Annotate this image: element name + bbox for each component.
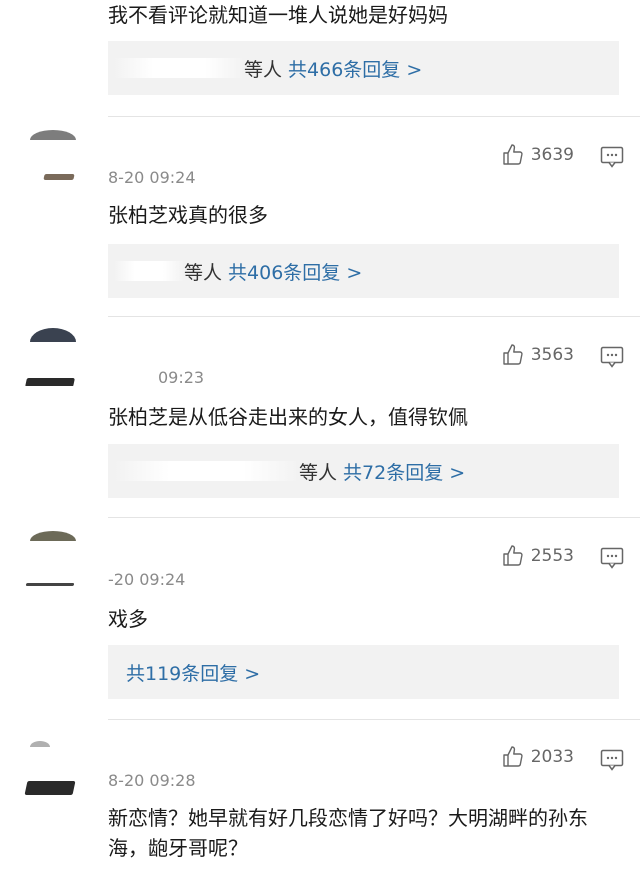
comment-icon[interactable]	[600, 146, 624, 168]
like-button[interactable]: 3563	[501, 343, 574, 367]
like-count: 3639	[530, 145, 574, 165]
comment-time: 09:23	[158, 368, 205, 387]
thumbs-up-icon	[503, 144, 523, 165]
reply-names: 等人	[184, 261, 223, 284]
comment-text: 我不看评论就知道一堆人说她是好妈妈	[108, 3, 448, 27]
replies-box[interactable]: 等人 共72条回复 >	[108, 444, 619, 498]
like-count: 2553	[530, 546, 574, 566]
masked-names	[114, 58, 244, 78]
like-count: 3563	[530, 345, 574, 365]
replies-box[interactable]: 共119条回复 >	[108, 645, 619, 699]
divider	[108, 316, 640, 317]
comment-time: -20 09:24	[108, 570, 186, 589]
reply-names: 等人	[244, 58, 283, 81]
comment-icon[interactable]	[600, 749, 624, 771]
reply-count-link[interactable]: 共119条回复 >	[126, 659, 260, 686]
divider	[108, 116, 640, 117]
comment-item: 我不看评论就知道一堆人说她是好妈妈 等人 共466条回复 >	[0, 0, 640, 118]
like-button[interactable]: 3639	[501, 143, 574, 167]
comment-time: 8-20 09:24	[108, 168, 196, 187]
comment-text: 新恋情？她早就有好几段恋情了好吗？大明湖畔的孙东海，龅牙哥呢？	[108, 806, 588, 860]
masked-names	[114, 461, 299, 481]
comment-item: 2033 8-20 09:28 新恋情？她早就有好几段恋情了好吗？大明湖畔的孙东…	[0, 721, 640, 873]
comment-icon[interactable]	[600, 547, 624, 569]
like-button[interactable]: 2553	[501, 544, 574, 568]
avatar[interactable]	[22, 531, 80, 589]
replies-box[interactable]: 等人 共466条回复 >	[108, 41, 619, 95]
divider	[108, 719, 640, 720]
reply-count-link[interactable]: 共466条回复 >	[288, 55, 422, 82]
like-count: 2033	[530, 747, 574, 767]
thumbs-up-icon	[503, 344, 523, 365]
masked-names	[114, 261, 184, 281]
comment-item: 3639 8-20 09:24 张柏芝戏真的很多 等人 共406条回复 >	[0, 118, 640, 318]
comment-icon[interactable]	[600, 346, 624, 368]
replies-box[interactable]: 等人 共406条回复 >	[108, 244, 619, 298]
comment-text: 戏多	[108, 607, 148, 631]
reply-count-link[interactable]: 共72条回复 >	[343, 458, 465, 485]
comment-item: 2553 -20 09:24 戏多 共119条回复 >	[0, 519, 640, 719]
comment-item: 3563 09:23 张柏芝是从低谷走出来的女人，值得钦佩 等人 共72条回复 …	[0, 318, 640, 518]
like-button[interactable]: 2033	[501, 745, 574, 769]
avatar[interactable]	[22, 328, 80, 386]
avatar[interactable]	[22, 741, 80, 799]
comment-text: 张柏芝戏真的很多	[108, 203, 268, 227]
thumbs-up-icon	[503, 746, 523, 767]
divider	[108, 517, 640, 518]
reply-count-link[interactable]: 共406条回复 >	[228, 258, 362, 285]
comment-time: 8-20 09:28	[108, 771, 196, 790]
reply-names: 等人	[299, 461, 338, 484]
avatar[interactable]	[22, 130, 80, 188]
thumbs-up-icon	[503, 545, 523, 566]
comment-text: 张柏芝是从低谷走出来的女人，值得钦佩	[108, 405, 468, 429]
